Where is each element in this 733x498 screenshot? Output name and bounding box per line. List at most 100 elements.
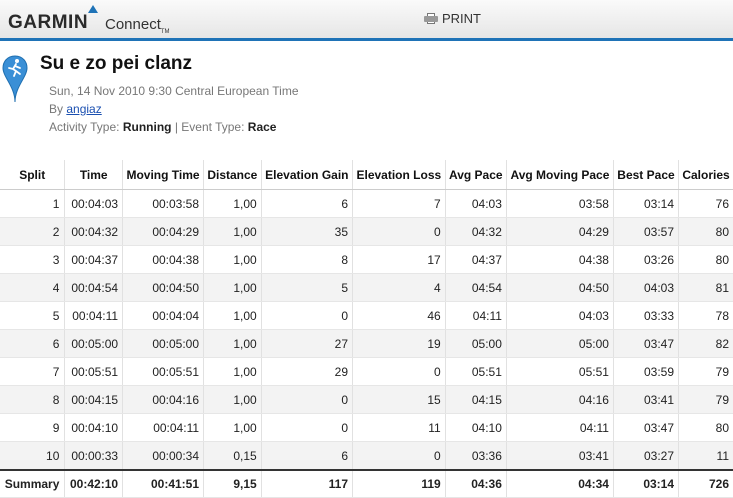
summary-cell: Summary	[0, 469, 65, 498]
summary-cell: 04:36	[444, 469, 507, 498]
table-cell: 27	[260, 329, 353, 358]
table-cell: 1,00	[203, 217, 262, 246]
table-cell: 2	[0, 217, 65, 246]
summary-cell: 726	[678, 469, 733, 498]
table-cell: 1	[0, 189, 65, 218]
table-cell: 00:04:38	[122, 245, 204, 274]
column-header[interactable]: Elevation Gain	[260, 160, 353, 190]
logo-connect-text: Connect	[105, 16, 161, 33]
table-cell: 1,00	[203, 273, 262, 302]
table-cell: 6	[0, 329, 65, 358]
table-cell: 00:04:04	[122, 301, 204, 330]
table-cell: 03:27	[612, 441, 679, 471]
event-type-label: | Event Type:	[174, 120, 245, 134]
column-header[interactable]: Time	[64, 160, 123, 190]
table-cell: 00:04:03	[64, 189, 123, 218]
table-cell: 19	[352, 329, 446, 358]
table-cell: 00:04:15	[64, 385, 123, 414]
table-row: 5 00:04:11 00:04:04 1,00 0 46 04:11 04:03 03:33 7…	[0, 301, 733, 330]
table-cell: 04:03	[444, 189, 507, 218]
activity-type-line: Activity Type: Running | Event Type: Rac…	[49, 120, 276, 134]
column-header[interactable]: Avg Moving Pace	[505, 160, 614, 190]
table-cell: 00:05:00	[122, 329, 204, 358]
table-cell: 05:51	[444, 357, 507, 386]
table-cell: 80	[678, 413, 733, 442]
garmin-logo[interactable]: GARMIN	[8, 5, 98, 34]
table-cell: 7	[352, 189, 446, 218]
table-cell: 1,00	[203, 413, 262, 442]
table-cell: 17	[352, 245, 446, 274]
table-cell: 81	[678, 273, 733, 302]
table-cell: 03:57	[612, 217, 679, 246]
table-cell: 6	[260, 189, 353, 218]
table-cell: 03:36	[444, 441, 507, 471]
summary-cell: 00:41:51	[122, 469, 204, 498]
table-cell: 04:37	[444, 245, 507, 274]
table-cell: 6	[260, 441, 353, 471]
table-cell: 0	[352, 217, 446, 246]
table-cell: 00:05:00	[64, 329, 123, 358]
column-header[interactable]: Moving Time	[122, 160, 204, 190]
table-cell: 78	[678, 301, 733, 330]
table-cell: 04:16	[505, 385, 614, 414]
table-cell: 11	[678, 441, 733, 471]
table-cell: 11	[352, 413, 446, 442]
activity-author-line: By angiaz	[49, 102, 102, 116]
table-cell: 03:26	[612, 245, 679, 274]
print-button[interactable]: PRINT	[424, 11, 481, 26]
printer-icon	[424, 12, 438, 25]
column-header[interactable]: Calories	[678, 160, 733, 190]
table-cell: 1,00	[203, 301, 262, 330]
table-cell: 4	[0, 273, 65, 302]
table-cell: 10	[0, 441, 65, 471]
logo-triangle-icon	[88, 5, 98, 13]
activity-type-label: Activity Type:	[49, 120, 120, 134]
table-cell: 1,00	[203, 329, 262, 358]
table-cell: 04:38	[505, 245, 614, 274]
table-cell: 0	[352, 441, 446, 471]
table-cell: 05:00	[444, 329, 507, 358]
table-cell: 03:41	[505, 441, 614, 471]
table-cell: 04:29	[505, 217, 614, 246]
table-cell: 04:50	[505, 273, 614, 302]
table-cell: 00:04:37	[64, 245, 123, 274]
column-header[interactable]: Split	[0, 160, 65, 190]
table-row: 2 00:04:32 00:04:29 1,00 35 0 04:32 04:29 03:57 8…	[0, 217, 733, 246]
column-header[interactable]: Elevation Loss	[352, 160, 446, 190]
table-cell: 0	[260, 385, 353, 414]
table-cell: 00:04:50	[122, 273, 204, 302]
table-row: 7 00:05:51 00:05:51 1,00 29 0 05:51 05:51 03:59 7…	[0, 357, 733, 386]
table-cell: 9	[0, 413, 65, 442]
column-header[interactable]: Avg Pace	[444, 160, 507, 190]
event-type-value: Race	[247, 120, 277, 134]
column-header[interactable]: Best Pace	[612, 160, 679, 190]
table-cell: 05:00	[505, 329, 614, 358]
table-cell: 80	[678, 217, 733, 246]
logo-text: GARMIN	[8, 12, 89, 33]
table-cell: 4	[352, 273, 446, 302]
table-cell: 1,00	[203, 189, 262, 218]
table-cell: 1,00	[203, 357, 262, 386]
table-cell: 00:00:33	[64, 441, 123, 471]
table-cell: 00:04:32	[64, 217, 123, 246]
column-header[interactable]: Distance	[203, 160, 262, 190]
table-cell: 00:04:29	[122, 217, 204, 246]
table-cell: 76	[678, 189, 733, 218]
table-cell: 15	[352, 385, 446, 414]
by-prefix: By	[49, 102, 64, 116]
table-body: 1 00:04:03 00:03:58 1,00 6 7 04:03 03:58 03:14 76…	[0, 189, 733, 498]
table-cell: 03:58	[505, 189, 614, 218]
author-link[interactable]: angiaz	[66, 102, 101, 116]
activity-type-value: Running	[122, 120, 172, 134]
table-cell: 04:11	[505, 413, 614, 442]
table-cell: 1,00	[203, 385, 262, 414]
table-cell: 04:03	[612, 273, 679, 302]
table-cell: 35	[260, 217, 353, 246]
logo-connect: ConnectTM	[105, 16, 170, 35]
table-cell: 0,15	[203, 441, 262, 471]
table-cell: 03:59	[612, 357, 679, 386]
activity-datetime: Sun, 14 Nov 2010 9:30 Central European T…	[49, 84, 299, 98]
logo-trademark: TM	[160, 29, 170, 35]
table-cell: 04:11	[444, 301, 507, 330]
table-cell: 46	[352, 301, 446, 330]
